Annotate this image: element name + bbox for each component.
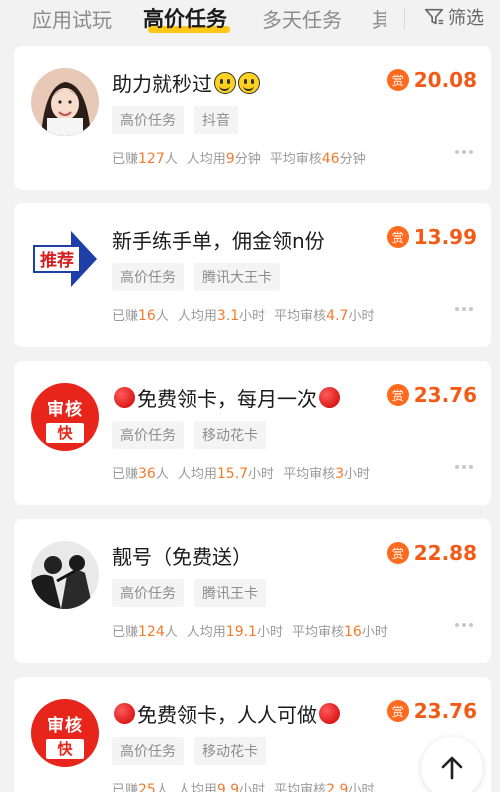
- task-tags: 高价任务 腾讯大王卡: [112, 263, 290, 291]
- recommend-label: 推荐: [40, 250, 74, 271]
- red-circle-icon: [114, 387, 135, 408]
- reward: 赏 23.76: [386, 383, 477, 407]
- more-dots-icon[interactable]: [452, 465, 473, 469]
- tab-app-trial[interactable]: 应用试玩: [32, 4, 112, 33]
- task-card[interactable]: 靓号（免费送） 赏 22.88 高价任务 腾讯王卡 已赚124人 人均用19.1小…: [14, 519, 491, 663]
- tag: 抖音: [194, 106, 238, 134]
- red-circle-icon: [114, 703, 135, 724]
- reward: 赏 23.76: [386, 699, 477, 723]
- tag: 高价任务: [112, 263, 184, 291]
- task-tags: 高价任务 移动花卡: [112, 421, 276, 449]
- tab-divider: [404, 8, 405, 30]
- reward-badge-icon: 赏: [386, 542, 409, 564]
- tag: 高价任务: [112, 106, 184, 134]
- tag: 移动花卡: [194, 737, 266, 765]
- task-tags: 高价任务 抖音: [112, 106, 248, 134]
- arrow-up-icon: [441, 756, 463, 780]
- task-card[interactable]: 审核 快 免费领卡，每月一次 赏 23.76 高价任务 移动花卡 已赚36人 人均…: [14, 361, 491, 505]
- task-avatar: [31, 541, 99, 609]
- red-circle-icon: [319, 387, 340, 408]
- more-dots-icon[interactable]: [452, 623, 473, 627]
- task-title: 新手练手单，佣金领n份: [112, 229, 325, 253]
- tag: 高价任务: [112, 737, 184, 765]
- task-title: 靓号（免费送）: [112, 545, 252, 569]
- task-avatar: 推荐: [31, 225, 99, 293]
- task-stats: 已赚16人 人均用3.1小时 平均审核4.7小时: [112, 308, 375, 324]
- reward-amount: 23.76: [413, 699, 477, 723]
- tag: 腾讯大王卡: [194, 263, 280, 291]
- tab-other[interactable]: 其: [372, 4, 386, 33]
- task-tags: 高价任务 移动花卡: [112, 737, 276, 765]
- smiley-emoji-icon: [238, 71, 260, 94]
- filter-button[interactable]: 筛选: [423, 4, 484, 30]
- reward-amount: 20.08: [413, 68, 477, 92]
- reward: 赏 13.99: [386, 225, 477, 249]
- task-avatar: [31, 68, 99, 136]
- task-tags: 高价任务 腾讯王卡: [112, 579, 276, 607]
- tag: 移动花卡: [194, 421, 266, 449]
- filter-label: 筛选: [448, 8, 484, 29]
- reward-amount: 13.99: [413, 225, 477, 249]
- tag: 高价任务: [112, 421, 184, 449]
- fast-review-badge-icon: 审核 快: [31, 699, 99, 767]
- task-title: 免费领卡，人人可做: [112, 699, 342, 728]
- reward-badge-icon: 赏: [386, 69, 409, 91]
- tab-high-price[interactable]: 高价任务: [143, 3, 227, 33]
- reward-badge-icon: 赏: [386, 226, 409, 248]
- task-card[interactable]: 推荐 新手练手单，佣金领n份 赏 13.99 高价任务 腾讯大王卡 已赚16人人…: [14, 203, 491, 347]
- reward: 赏 20.08: [386, 68, 477, 92]
- task-stats: 已赚124人 人均用19.1小时 平均审核16小时: [112, 624, 388, 640]
- task-title: 免费领卡，每月一次: [112, 383, 342, 412]
- task-stats: 已赚127人 人均用9分钟 平均审核46分钟: [112, 151, 366, 167]
- task-stats: 已赚36人 人均用15.7小时 平均审核3小时: [112, 466, 371, 482]
- task-card[interactable]: 审核 快 免费领卡，人人可做 赏 23.76 高价任务 移动花卡 已赚25人 人均…: [14, 677, 491, 792]
- tag: 高价任务: [112, 579, 184, 607]
- reward-amount: 22.88: [413, 541, 477, 565]
- filter-funnel-icon: [424, 8, 444, 25]
- task-category-tabs: 应用试玩 高价任务 多天任务 其 筛选: [0, 0, 500, 40]
- task-title: 助力就秒过: [112, 68, 260, 97]
- task-stats: 已赚25人 人均用9.9小时 平均审核2.9小时: [112, 782, 375, 792]
- tab-multi-day[interactable]: 多天任务: [262, 4, 342, 33]
- scroll-to-top-button[interactable]: [421, 737, 483, 792]
- red-circle-icon: [319, 703, 340, 724]
- smiley-emoji-icon: [214, 71, 236, 94]
- more-dots-icon[interactable]: [452, 150, 473, 154]
- reward: 赏 22.88: [386, 541, 477, 565]
- reward-badge-icon: 赏: [386, 384, 409, 406]
- task-card[interactable]: 助力就秒过 赏 20.08 高价任务 抖音 已赚127人 人均用9分钟 平均审核46…: [14, 46, 491, 190]
- more-dots-icon[interactable]: [452, 307, 473, 311]
- reward-badge-icon: 赏: [386, 700, 409, 722]
- tag: 腾讯王卡: [194, 579, 266, 607]
- fast-review-badge-icon: 审核 快: [31, 383, 99, 451]
- reward-amount: 23.76: [413, 383, 477, 407]
